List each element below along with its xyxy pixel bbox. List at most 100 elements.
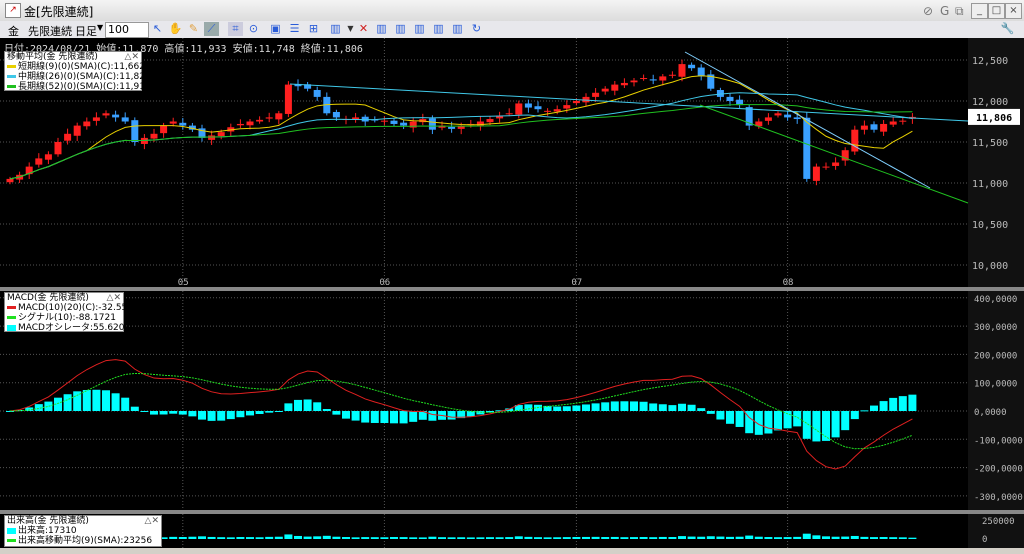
- volume-tick-label: 0: [982, 535, 987, 545]
- list-icon[interactable]: ☰: [287, 22, 302, 36]
- crosshair-icon[interactable]: ⌗: [228, 22, 243, 36]
- oscillator-bar: [572, 405, 581, 411]
- oscillator-bar: [601, 402, 610, 411]
- oscillator-item: MACDオシレータ:55.6203: [7, 323, 130, 333]
- oscillator-bar: [63, 394, 72, 411]
- macd-tick-label: 0,0000: [974, 408, 1007, 418]
- volume-bar: [236, 537, 245, 539]
- indicator-4-icon[interactable]: ▥: [431, 22, 446, 36]
- pencil-icon[interactable]: ✎: [186, 22, 201, 36]
- volume-bar: [850, 535, 859, 539]
- up-circle-icon[interactable]: ⊙: [246, 22, 261, 36]
- oscillator-bar: [898, 396, 907, 411]
- oscillator-bar: [92, 389, 101, 411]
- cascade-icon[interactable]: ⧉: [955, 4, 964, 19]
- macd-legend[interactable]: MACD(金 先限連続) △✕ MACD(10)(20)(C):-32.5518…: [4, 292, 139, 333]
- indicator-2-icon[interactable]: ▥: [393, 22, 408, 36]
- candle-body: [400, 122, 408, 126]
- volume-bar: [620, 537, 629, 539]
- volume-bar: [774, 537, 782, 539]
- volume-bar: [438, 537, 446, 539]
- oscillator-bar: [697, 408, 706, 411]
- candle-body: [640, 78, 648, 80]
- close-button[interactable]: ×: [1005, 3, 1022, 19]
- indicator-1-icon[interactable]: ▥: [374, 22, 389, 36]
- volume-bar: [764, 537, 773, 539]
- wrench-icon[interactable]: 🔧: [1000, 22, 1015, 36]
- contract-label[interactable]: 先限連続: [28, 23, 72, 39]
- candle-body: [611, 84, 619, 91]
- volume-bar: [754, 536, 763, 539]
- volume-bar: [572, 537, 581, 539]
- volume-bar: [524, 536, 533, 539]
- candle-body: [889, 121, 897, 125]
- oscillator-bar: [322, 409, 331, 411]
- draw-line-icon[interactable]: ⟋: [204, 22, 219, 36]
- candle-body: [764, 117, 772, 121]
- volume-bar: [630, 537, 638, 539]
- candle-body: [73, 125, 81, 136]
- maximize-button[interactable]: □: [988, 3, 1005, 19]
- reload-icon[interactable]: ↻: [469, 22, 484, 36]
- oscillator-bar: [639, 401, 648, 411]
- oscillator-bar: [246, 411, 254, 416]
- macd-tick-label: 100,0000: [974, 380, 1017, 390]
- oscillator-bar: [226, 411, 235, 420]
- legend-close-icon[interactable]: △✕: [145, 516, 159, 526]
- price-tick-label: 10,500: [972, 220, 1008, 231]
- oscillator-bar: [678, 403, 686, 411]
- oscillator-bar: [889, 397, 898, 411]
- oscillator-bar: [294, 399, 302, 411]
- cursor-icon[interactable]: ↖: [150, 22, 165, 36]
- candle-body: [592, 92, 600, 97]
- candle-body: [860, 125, 868, 130]
- minimize-button[interactable]: _: [971, 3, 988, 19]
- candle-body: [803, 117, 811, 179]
- volume-bar: [610, 536, 619, 539]
- price-tick-label: 11,500: [972, 138, 1008, 149]
- volume-legend[interactable]: 出来高(金 先限連続) △✕ 出来高:17310 出来高移動平均(9)(SMA)…: [4, 515, 162, 547]
- volume-bar: [342, 537, 350, 539]
- volume-bar: [649, 537, 658, 539]
- chart-area[interactable]: 12,500 12,000 11,500 11,000 10,500 10,000 400,…: [0, 38, 1024, 548]
- candle-body: [102, 113, 110, 116]
- indicator-5-icon[interactable]: ▥: [450, 22, 465, 36]
- candle-body: [140, 137, 148, 144]
- ma-legend[interactable]: 移動平均(金 先限連続) △✕ 短期線(9)(0)(SMA)(C):11,662…: [4, 51, 151, 92]
- oscillator-bar: [620, 401, 629, 411]
- volume-bar: [898, 537, 907, 539]
- volume-bar: [860, 536, 869, 539]
- volume-bar: [351, 537, 360, 539]
- legend-close-icon[interactable]: △✕: [125, 52, 139, 62]
- link-icon[interactable]: ⊘: [923, 4, 933, 18]
- period-select[interactable]: 日足: [75, 23, 97, 39]
- oscillator-bar: [6, 411, 14, 412]
- oscillator-bar: [390, 411, 398, 424]
- oscillator-bar: [409, 411, 418, 422]
- oscillator-bar: [140, 411, 149, 412]
- volume-bar: [793, 536, 802, 539]
- candle-body: [572, 101, 580, 104]
- volume-bar: [466, 537, 475, 539]
- grid-icon[interactable]: ⊞: [306, 22, 321, 36]
- hand-icon[interactable]: ✋: [168, 22, 183, 36]
- volume-bar: [217, 537, 226, 539]
- chart-canvas[interactable]: 12,500 12,000 11,500 11,000 10,500 10,000 400,…: [0, 38, 1024, 548]
- candle-body: [169, 121, 177, 124]
- bar-chart-icon[interactable]: ▥: [328, 22, 343, 36]
- bar-count-input[interactable]: 100: [105, 22, 149, 38]
- refresh-g-icon[interactable]: G: [940, 4, 949, 18]
- volume-bar: [303, 536, 312, 539]
- oscillator-bar: [553, 406, 562, 411]
- candle-body: [505, 113, 513, 115]
- candle-body: [256, 119, 264, 122]
- chart-window-icon[interactable]: ▣: [268, 22, 283, 36]
- remove-indicator-icon[interactable]: ✕: [356, 22, 371, 36]
- candle-body: [524, 103, 532, 108]
- chevron-down-icon[interactable]: ▼: [97, 23, 103, 32]
- legend-close-icon[interactable]: △✕: [107, 293, 121, 303]
- oscillator-bar: [591, 403, 600, 411]
- commodity-label[interactable]: 金: [8, 23, 19, 39]
- indicator-3-icon[interactable]: ▥: [412, 22, 427, 36]
- candle-body: [44, 154, 52, 160]
